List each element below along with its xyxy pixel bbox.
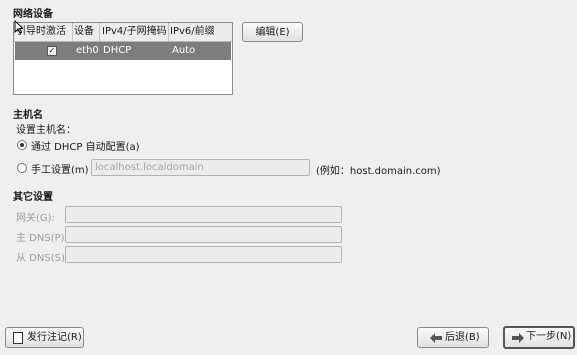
primary-dns-input[interactable] xyxy=(65,226,342,243)
manual-option-label[interactable]: 手工设置(m) xyxy=(31,161,89,176)
dhcp-option-label[interactable]: 通过 DHCP 自动配置(a) xyxy=(31,138,140,153)
manual-radio[interactable] xyxy=(17,163,27,173)
back-label: 后退(B) xyxy=(445,332,480,343)
device-cell: eth0 xyxy=(76,45,99,56)
next-label: 下一步(N) xyxy=(526,331,572,342)
column-header-ipv6[interactable]: IPv6/前缀 xyxy=(170,23,230,41)
primary-dns-label: 主 DNS(P): xyxy=(16,233,68,244)
gateway-input[interactable] xyxy=(65,206,342,223)
network-devices-title: 网络设备 xyxy=(13,9,53,20)
hostname-example-label: (例如：host.domain.com) xyxy=(316,166,441,177)
secondary-dns-label: 从 DNS(S): xyxy=(16,253,69,264)
ipv4-cell: DHCP xyxy=(103,45,132,56)
other-settings-title: 其它设置 xyxy=(13,192,53,203)
release-notes-button[interactable]: 发行注记(R) xyxy=(5,327,84,348)
radio-selected-dot xyxy=(20,143,24,147)
active-checkbox[interactable]: ✓ xyxy=(47,46,57,56)
back-button[interactable]: 后退(B) xyxy=(417,327,489,348)
network-device-table[interactable]: 引导时激活 设备 IPv4/子网掩码 IPv6/前缀 ✓ eth0 DHCP A… xyxy=(13,22,233,95)
hostname-input[interactable]: localhost.localdomain xyxy=(91,159,310,176)
arrow-left-icon xyxy=(430,333,442,343)
hostname-title: 主机名 xyxy=(13,110,43,121)
set-hostname-label: 设置主机名： xyxy=(16,125,76,136)
secondary-dns-input[interactable] xyxy=(65,246,342,263)
dhcp-radio[interactable] xyxy=(17,140,27,150)
column-header-active[interactable]: 引导时激活 xyxy=(16,23,73,41)
ipv6-cell: Auto xyxy=(172,45,196,56)
release-notes-label: 发行注记(R) xyxy=(27,332,82,343)
column-header-ipv4[interactable]: IPv4/子网掩码 xyxy=(101,23,169,41)
table-header: 引导时激活 设备 IPv4/子网掩码 IPv6/前缀 xyxy=(14,23,232,42)
mouse-pointer-icon xyxy=(14,20,23,34)
gateway-label: 网关(G): xyxy=(16,213,55,224)
table-row[interactable]: ✓ eth0 DHCP Auto xyxy=(15,42,231,60)
edit-button[interactable]: 编辑(E) xyxy=(242,22,303,42)
arrow-right-icon xyxy=(512,333,524,343)
next-button[interactable]: 下一步(N) xyxy=(503,326,575,349)
document-icon xyxy=(13,332,23,344)
column-header-device[interactable]: 设备 xyxy=(73,23,100,41)
